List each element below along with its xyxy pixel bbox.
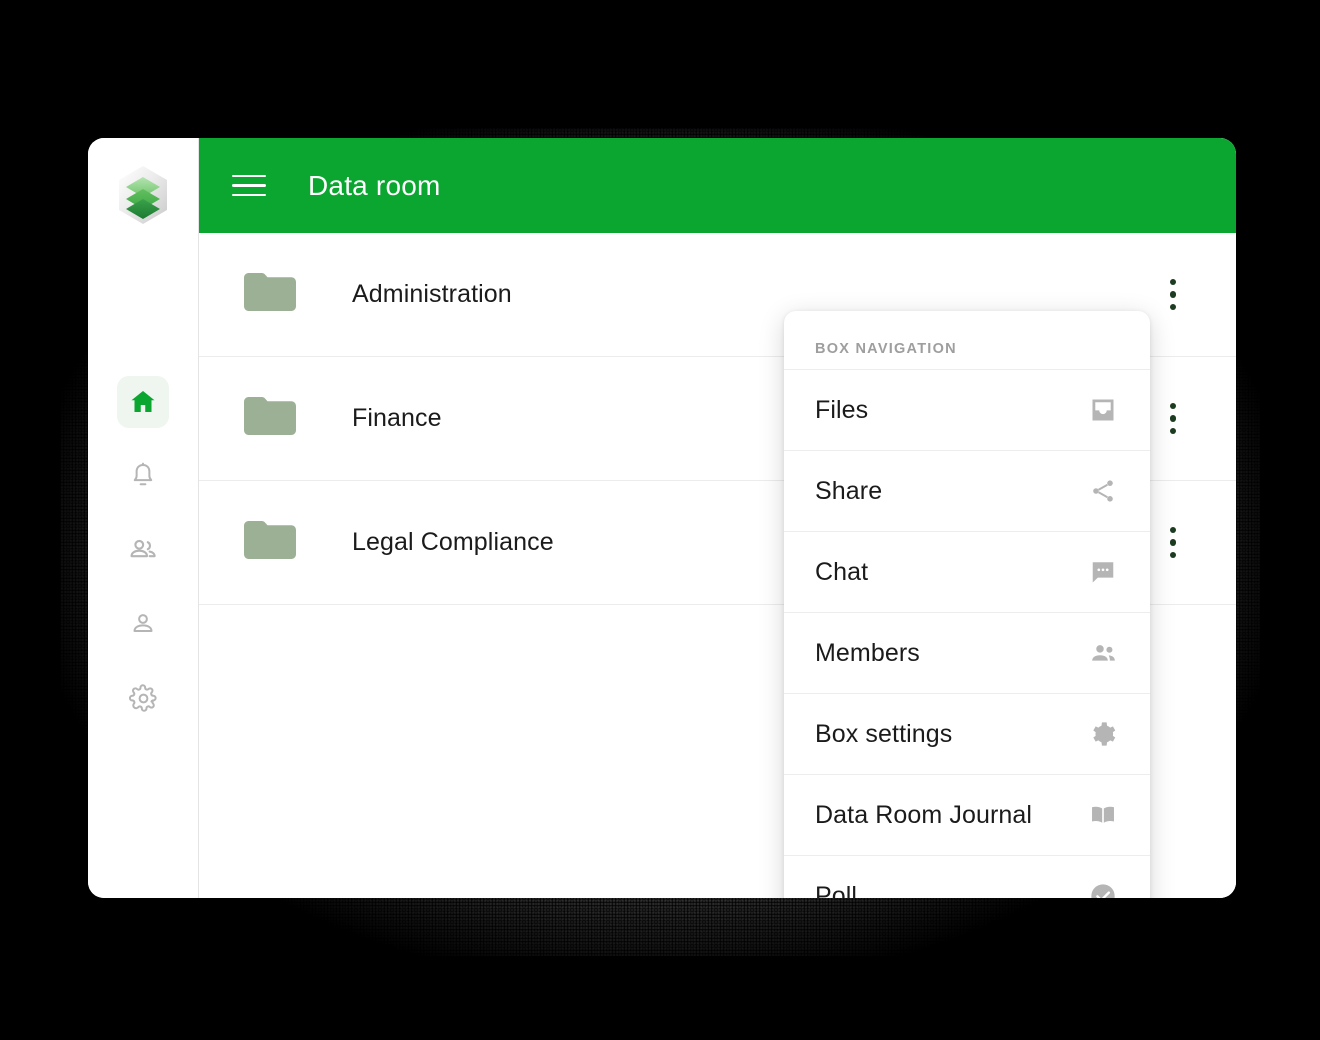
menu-item-members[interactable]: Members xyxy=(784,612,1150,693)
stacked-layers-logo xyxy=(115,164,171,226)
menu-item-label: Box settings xyxy=(815,719,953,748)
gear-icon xyxy=(128,683,159,714)
sidebar-item-settings[interactable] xyxy=(117,672,169,724)
inbox-tray-icon xyxy=(1087,394,1119,426)
gear-icon xyxy=(1087,718,1119,750)
chat-bubble-icon xyxy=(1087,556,1119,588)
hamburger-icon[interactable] xyxy=(232,169,266,203)
menu-item-label: Poll xyxy=(815,881,858,899)
sidebar-item-profile[interactable] xyxy=(117,598,169,650)
people-group-icon xyxy=(1087,637,1119,669)
page-root: Data room Administration Finance Legal C… xyxy=(0,0,1320,1040)
menu-item-files[interactable]: Files xyxy=(784,369,1150,450)
home-icon xyxy=(128,387,158,417)
sidebar-item-contacts[interactable] xyxy=(117,524,169,576)
folder-icon xyxy=(244,395,296,442)
people-group-icon xyxy=(127,534,159,566)
menu-item-share[interactable]: Share xyxy=(784,450,1150,531)
top-app-bar: Data room xyxy=(199,138,1236,233)
share-nodes-icon xyxy=(1087,475,1119,507)
box-navigation-heading: BOX NAVIGATION xyxy=(815,341,957,357)
menu-item-label: Share xyxy=(815,476,883,505)
menu-item-label: Members xyxy=(815,638,920,667)
menu-item-label: Data Room Journal xyxy=(815,800,1033,829)
menu-item-label: Files xyxy=(815,395,869,424)
open-book-icon xyxy=(1087,799,1119,831)
menu-item-data-room-journal[interactable]: Data Room Journal xyxy=(784,774,1150,855)
app-window: Data room Administration Finance Legal C… xyxy=(88,138,1236,898)
menu-item-poll[interactable]: Poll xyxy=(784,855,1150,898)
left-nav-rail xyxy=(88,138,199,898)
sidebar-item-home[interactable] xyxy=(117,376,169,428)
folder-name: Administration xyxy=(352,280,512,308)
check-circle-icon xyxy=(1087,880,1119,898)
sidebar-item-notifications[interactable] xyxy=(117,450,169,502)
page-title: Data room xyxy=(308,169,441,201)
folder-icon xyxy=(244,271,296,318)
box-navigation-menu: BOX NAVIGATION Files Share Chat Members … xyxy=(784,311,1150,898)
bell-icon xyxy=(128,461,158,491)
menu-item-chat[interactable]: Chat xyxy=(784,531,1150,612)
menu-item-box-settings[interactable]: Box settings xyxy=(784,693,1150,774)
rail-item-list xyxy=(117,376,169,724)
person-icon xyxy=(128,609,158,639)
folder-icon xyxy=(244,519,296,566)
menu-item-label: Chat xyxy=(815,557,869,586)
